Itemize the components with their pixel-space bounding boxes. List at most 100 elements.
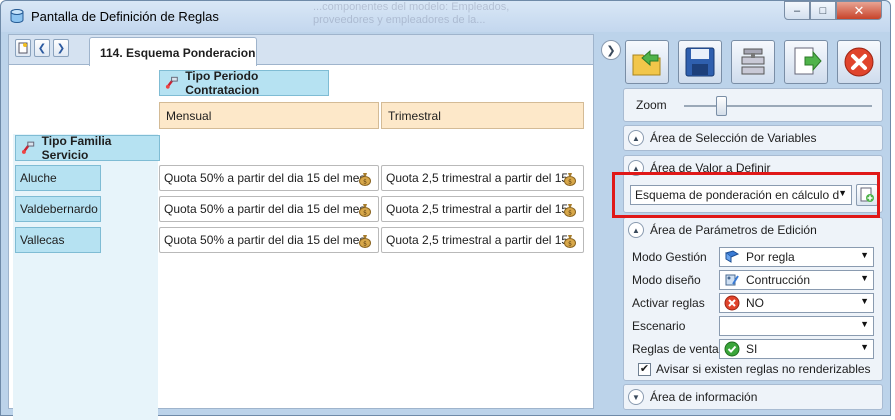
- chevron-left-icon: ❮: [37, 42, 47, 54]
- activar-reglas-select[interactable]: NO ▼: [719, 293, 874, 313]
- param-label: Escenario: [632, 319, 686, 333]
- new-document-icon: [18, 42, 28, 54]
- row-header-aluche[interactable]: Aluche: [15, 165, 101, 191]
- chevron-down-icon: ▼: [628, 389, 644, 405]
- dropdown-arrow-icon: ▼: [860, 319, 869, 329]
- svg-text:$: $: [363, 210, 367, 217]
- side-panel: Zoom ▲ Área de Selección de Variables ▲ …: [620, 34, 883, 410]
- parametros-section: ▲ Área de Parámetros de Edición Modo Ges…: [623, 217, 883, 381]
- chevron-up-icon: ▲: [628, 222, 644, 238]
- column-header-mensual[interactable]: Mensual: [159, 102, 379, 129]
- param-label: Reglas de venta: [632, 342, 719, 356]
- pivot-cell[interactable]: Quota 50% a partir del dia 15 del mes $: [159, 196, 379, 222]
- modo-gestion-value: Por regla: [746, 250, 795, 264]
- svg-text:$: $: [568, 210, 572, 217]
- cancel-button[interactable]: [837, 40, 881, 84]
- previous-tab-button[interactable]: ❮: [34, 39, 50, 57]
- database-icon: [10, 9, 24, 24]
- variables-section-title: Área de Selección de Variables: [650, 131, 817, 145]
- close-icon: ✕: [853, 2, 865, 18]
- toolbar: [623, 36, 883, 88]
- column-dimension-label: Tipo Periodo Contratacion: [185, 69, 260, 97]
- chevron-right-icon: ❯: [56, 42, 66, 54]
- info-section-title: Área de información: [650, 390, 758, 404]
- info-section-header[interactable]: ▼ Área de información: [628, 385, 757, 409]
- tab-strip: ❮ ❯ 114. Esquema Ponderacion: [9, 35, 593, 66]
- book-icon: [724, 250, 740, 263]
- info-section: ▼ Área de información: [623, 384, 883, 410]
- maximize-button[interactable]: □: [810, 1, 836, 20]
- zoom-section: Zoom: [623, 88, 883, 122]
- window-title: Pantalla de Definición de Reglas: [31, 9, 219, 24]
- checkmark-icon: ✔: [639, 363, 650, 375]
- pivot-cell[interactable]: Quota 2,5 trimestral a partir del 15 $: [381, 196, 584, 222]
- dropdown-arrow-icon: ▼: [860, 342, 869, 352]
- money-bag-icon: $: [359, 204, 371, 217]
- save-icon: [685, 47, 715, 77]
- tab-esquema-ponderacion[interactable]: 114. Esquema Ponderacion: [89, 37, 257, 66]
- modo-gestion-select[interactable]: Por regla ▼: [719, 247, 874, 267]
- new-tab-button[interactable]: [15, 39, 31, 57]
- escenario-select[interactable]: ▼: [719, 316, 874, 336]
- pivot-grid: Tipo Periodo Contratacion Tipo Familia S…: [9, 66, 593, 420]
- row-dimension-label: Tipo Familia Servicio: [41, 134, 112, 162]
- save-button[interactable]: [678, 40, 722, 84]
- svg-text:$: $: [568, 241, 572, 248]
- money-bag-icon: $: [359, 173, 371, 186]
- background-ghost-text: ...componentes del modelo: Empleados, pr…: [313, 1, 510, 26]
- minimize-button[interactable]: ‒: [784, 1, 810, 20]
- row-header-valdebernardo[interactable]: Valdebernardo: [15, 196, 101, 222]
- modo-diseno-value: Contrucción: [746, 273, 811, 287]
- parametros-section-header[interactable]: ▲ Área de Parámetros de Edición: [628, 218, 817, 242]
- row-dimension-header[interactable]: Tipo Familia Servicio: [15, 134, 160, 162]
- modo-diseno-select[interactable]: Contrucción ▼: [719, 270, 874, 290]
- column-header-trimestral[interactable]: Trimestral: [381, 102, 584, 129]
- chevron-right-icon: ❯: [606, 44, 616, 57]
- money-bag-icon: $: [564, 173, 576, 186]
- title-bar: Pantalla de Definición de Reglas ...comp…: [1, 1, 890, 32]
- minimize-icon: ‒: [793, 4, 801, 17]
- dimension-icon: [165, 76, 178, 89]
- zoom-slider-thumb[interactable]: [716, 96, 728, 116]
- folder-back-icon: [632, 49, 661, 76]
- svg-text:$: $: [568, 179, 572, 186]
- next-tab-button[interactable]: ❯: [53, 39, 69, 57]
- reglas-venta-select[interactable]: SI ▼: [719, 339, 874, 359]
- database-tools-button[interactable]: [731, 40, 775, 84]
- export-button[interactable]: [784, 40, 828, 84]
- collapse-panel-button[interactable]: ❯: [601, 40, 621, 60]
- dropdown-arrow-icon: ▼: [860, 273, 869, 283]
- pivot-cell[interactable]: Quota 2,5 trimestral a partir del 15 $: [381, 227, 584, 253]
- red-x-icon: [724, 295, 740, 311]
- param-label: Activar reglas: [632, 296, 705, 310]
- design-icon: [725, 274, 739, 286]
- avisar-checkbox[interactable]: ✔: [638, 363, 651, 376]
- zoom-label: Zoom: [636, 98, 667, 112]
- back-button[interactable]: [625, 40, 669, 84]
- highlight-annotation: [612, 172, 880, 218]
- pivot-panel: ❮ ❯ 114. Esquema Ponderacion Tipo Period…: [8, 34, 594, 420]
- dropdown-arrow-icon: ▼: [860, 296, 869, 306]
- close-window-button[interactable]: ✕: [836, 1, 882, 20]
- cell-value: Quota 50% a partir del dia 15 del mes: [164, 171, 366, 185]
- pivot-cell[interactable]: Quota 50% a partir del dia 15 del mes $: [159, 165, 379, 191]
- money-bag-icon: $: [359, 235, 371, 248]
- pivot-cell[interactable]: Quota 50% a partir del dia 15 del mes $: [159, 227, 379, 253]
- pivot-cell[interactable]: Quota 2,5 trimestral a partir del 15 $: [381, 165, 584, 191]
- row-header-vallecas[interactable]: Vallecas: [15, 227, 101, 253]
- dimension-icon: [21, 141, 35, 154]
- money-bag-icon: $: [564, 235, 576, 248]
- cell-value: Quota 2,5 trimestral a partir del 15: [386, 171, 569, 185]
- cell-value: Quota 2,5 trimestral a partir del 15: [386, 202, 569, 216]
- reglas-venta-value: SI: [746, 342, 758, 356]
- variables-section-header[interactable]: ▲ Área de Selección de Variables: [628, 126, 817, 150]
- param-label: Modo diseño: [632, 273, 701, 287]
- column-dimension-header[interactable]: Tipo Periodo Contratacion: [159, 69, 329, 97]
- green-check-icon: [724, 341, 740, 357]
- zoom-slider-track[interactable]: [684, 105, 872, 107]
- money-bag-icon: $: [564, 204, 576, 217]
- database-tools-icon: [741, 48, 765, 75]
- maximize-icon: □: [819, 4, 827, 17]
- cell-value: Quota 50% a partir del dia 15 del mes: [164, 202, 366, 216]
- variables-section: ▲ Área de Selección de Variables: [623, 125, 883, 151]
